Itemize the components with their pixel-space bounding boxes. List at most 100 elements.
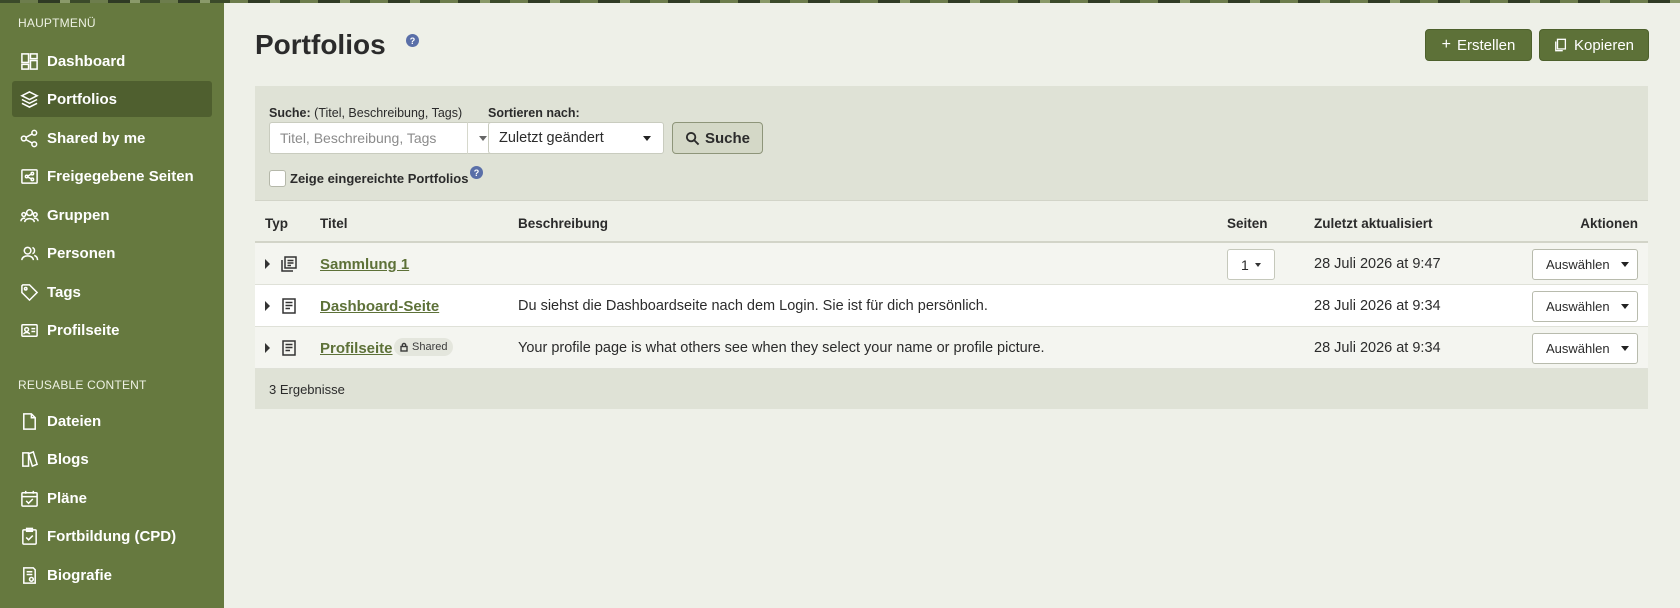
expand-icon[interactable]	[265, 259, 270, 269]
copy-icon	[1554, 38, 1568, 52]
sidebar-item-label: Dashboard	[47, 52, 126, 70]
file-icon	[19, 411, 39, 431]
sidebar-item-dashboard[interactable]: Dashboard	[12, 43, 212, 79]
sidebar-item-plaene[interactable]: Pläne	[12, 480, 212, 516]
dashboard-icon	[19, 51, 39, 71]
resume-icon	[19, 565, 39, 585]
table-header: Typ Titel Beschreibung Seiten Zuletzt ak…	[255, 200, 1648, 243]
search-label: Suche: (Titel, Beschreibung, Tags)	[269, 106, 463, 120]
blog-icon	[19, 449, 39, 469]
sidebar-item-gruppen[interactable]: Gruppen	[12, 197, 212, 233]
shared-badge-label: Shared	[412, 341, 448, 353]
column-header-titel: Titel	[320, 216, 348, 231]
sidebar-item-blogs[interactable]: Blogs	[12, 441, 212, 477]
select-action-label: Auswählen	[1546, 341, 1610, 356]
sidebar-item-label: Biografie	[47, 566, 113, 584]
column-header-beschreibung: Beschreibung	[518, 216, 609, 231]
portfolio-title-link[interactable]: Sammlung 1	[320, 256, 409, 273]
reusable-content-heading: REUSABLE CONTENT	[18, 378, 147, 392]
table-row: Sammlung 1 1 28 Juli 2026 at 9:47 Auswäh…	[255, 243, 1648, 285]
expand-icon[interactable]	[265, 301, 270, 311]
create-button[interactable]: + Erstellen	[1425, 29, 1532, 61]
sidebar-item-label: Gruppen	[47, 206, 110, 224]
portfolio-title-link[interactable]: Dashboard-Seite	[320, 298, 439, 315]
sidebar-item-profilseite[interactable]: Profilseite	[12, 312, 212, 348]
copy-button-label: Kopieren	[1573, 36, 1635, 54]
sidebar-item-portfolios[interactable]: Portfolios	[12, 81, 212, 117]
create-button-label: Erstellen	[1456, 36, 1516, 54]
sidebar-item-label: Fortbildung (CPD)	[47, 527, 177, 545]
collection-icon	[280, 255, 298, 273]
sidebar-item-label: Shared by me	[47, 129, 146, 147]
search-icon	[685, 131, 700, 145]
help-icon[interactable]: ?	[470, 166, 483, 179]
sidebar-item-biografie[interactable]: Biografie	[12, 557, 212, 593]
updated-date: 28 Juli 2026 at 9:34	[1314, 298, 1441, 314]
sidebar-item-fortbildung[interactable]: Fortbildung (CPD)	[12, 518, 212, 554]
sort-value: Zuletzt geändert	[499, 130, 604, 146]
plus-icon: +	[1441, 36, 1451, 53]
portfolio-title-link[interactable]: Profilseite	[320, 340, 393, 357]
layers-icon	[19, 89, 39, 109]
pages-select[interactable]: 1	[1227, 249, 1275, 280]
sidebar: HAUPTMENÜ Dashboard Portfolios Shared by…	[0, 3, 224, 608]
sidebar-item-tags[interactable]: Tags	[12, 274, 212, 310]
sidebar-item-label: Tags	[47, 283, 81, 301]
sort-select[interactable]: Zuletzt geändert	[488, 122, 664, 154]
column-header-aktionen: Aktionen	[1580, 216, 1638, 231]
sidebar-item-shared-by-me[interactable]: Shared by me	[12, 120, 212, 156]
share-icon	[19, 128, 39, 148]
search-button-label: Suche	[704, 129, 750, 147]
select-action-label: Auswählen	[1546, 299, 1610, 314]
sidebar-item-label: Personen	[47, 244, 116, 262]
sidebar-item-label: Portfolios	[47, 90, 117, 108]
portfolios-table: Typ Titel Beschreibung Seiten Zuletzt ak…	[255, 200, 1648, 409]
sidebar-item-label: Blogs	[47, 450, 89, 468]
page-icon	[280, 297, 298, 315]
sidebar-item-freigegebene-seiten[interactable]: Freigegebene Seiten	[12, 158, 212, 194]
lock-icon	[400, 342, 408, 352]
groups-icon	[19, 205, 39, 225]
select-action-button[interactable]: Auswählen	[1532, 333, 1638, 364]
sidebar-item-label: Dateien	[47, 412, 102, 430]
updated-date: 28 Juli 2026 at 9:47	[1314, 256, 1441, 272]
clipboard-check-icon	[19, 526, 39, 546]
table-row: Profilseite Shared Your profile page is …	[255, 327, 1648, 369]
filter-panel: Suche: (Titel, Beschreibung, Tags) Titel…	[255, 86, 1648, 200]
select-action-label: Auswählen	[1546, 257, 1610, 272]
chevron-down-icon	[643, 135, 651, 141]
column-header-typ: Typ	[265, 216, 288, 231]
page-icon	[280, 339, 298, 357]
result-count: 3 Ergebnisse	[269, 382, 345, 397]
submitted-portfolios-checkbox[interactable]	[269, 170, 286, 187]
help-icon[interactable]: ?	[406, 34, 419, 47]
table-row: Dashboard-Seite Du siehst die Dashboards…	[255, 285, 1648, 327]
column-header-seiten: Seiten	[1227, 216, 1268, 231]
select-action-button[interactable]: Auswählen	[1532, 249, 1638, 280]
column-header-zuletzt-aktualisiert: Zuletzt aktualisiert	[1314, 216, 1433, 231]
page-title: Portfolios	[255, 29, 386, 60]
sidebar-item-personen[interactable]: Personen	[12, 235, 212, 271]
expand-icon[interactable]	[265, 343, 270, 353]
chevron-down-icon	[1254, 262, 1261, 267]
chevron-down-icon	[479, 135, 487, 141]
shared-pages-icon	[19, 166, 39, 186]
tag-icon	[19, 282, 39, 302]
select-action-button[interactable]: Auswählen	[1532, 291, 1638, 322]
sidebar-item-label: Freigegebene Seiten	[47, 167, 194, 185]
portfolio-description: Your profile page is what others see whe…	[518, 340, 1045, 356]
profile-card-icon	[19, 320, 39, 340]
chevron-down-icon	[1621, 262, 1629, 267]
search-placeholder: Titel, Beschreibung, Tags	[280, 130, 437, 146]
sidebar-item-label: Profilseite	[47, 321, 120, 339]
people-icon	[19, 243, 39, 263]
table-footer: 3 Ergebnisse	[255, 369, 1648, 409]
portfolio-description: Du siehst die Dashboardseite nach dem Lo…	[518, 298, 988, 314]
updated-date: 28 Juli 2026 at 9:34	[1314, 340, 1441, 356]
shared-badge: Shared	[394, 338, 454, 356]
calendar-check-icon	[19, 488, 39, 508]
copy-button[interactable]: Kopieren	[1539, 29, 1649, 61]
sidebar-item-dateien[interactable]: Dateien	[12, 403, 212, 439]
search-input[interactable]: Titel, Beschreibung, Tags	[269, 122, 481, 154]
search-button[interactable]: Suche	[672, 122, 763, 154]
